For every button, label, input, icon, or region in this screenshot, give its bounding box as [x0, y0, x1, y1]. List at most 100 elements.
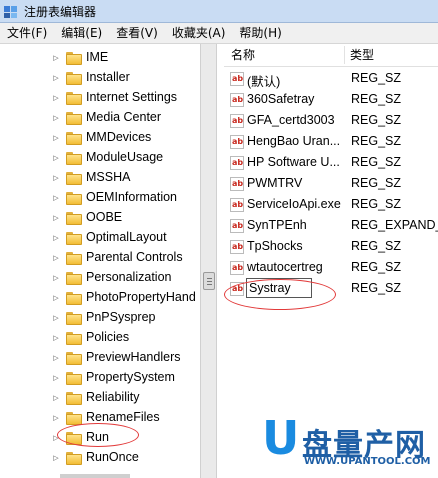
tree-item-internet-settings[interactable]: ▷ Internet Settings	[0, 88, 200, 108]
folder-icon	[66, 391, 82, 405]
tree-item-personalization[interactable]: ▷ Personalization	[0, 268, 200, 288]
expand-arrow-icon[interactable]: ▷	[52, 348, 60, 368]
tree-scrollbar-thumb[interactable]	[203, 272, 215, 290]
expand-arrow-icon[interactable]: ▷	[52, 388, 60, 408]
tree-item-renamefiles[interactable]: ▷ RenameFiles	[0, 408, 200, 428]
expand-arrow-icon[interactable]: ▷	[52, 368, 60, 388]
column-header-type[interactable]: 类型	[350, 44, 374, 66]
tree-item-propertysystem[interactable]: ▷ PropertySystem	[0, 368, 200, 388]
tree-item-label: IME	[86, 50, 109, 64]
tree-item-installer[interactable]: ▷ Installer	[0, 68, 200, 88]
expand-arrow-icon[interactable]: ▷	[52, 168, 60, 188]
tree-item-label: PropertySystem	[86, 370, 175, 384]
tree-scrollbar[interactable]	[200, 44, 217, 478]
value-type: REG_SZ	[351, 176, 402, 190]
tree-item-policies[interactable]: ▷ Policies	[0, 328, 200, 348]
value-type: REG_SZ	[351, 155, 402, 169]
column-separator[interactable]	[344, 46, 345, 64]
tree-item-oeminformation[interactable]: ▷ OEMInformation	[0, 188, 200, 208]
value-type: REG_SZ	[351, 134, 402, 148]
folder-icon	[66, 111, 82, 125]
value-row[interactable]: ab GFA_certd3003 REG_SZ	[224, 111, 438, 132]
value-row[interactable]: ab HP Software U... REG_SZ	[224, 153, 438, 174]
tree-item-mmdevices[interactable]: ▷ MMDevices	[0, 128, 200, 148]
folder-icon	[66, 371, 82, 385]
tree-item-oobe[interactable]: ▷ OOBE	[0, 208, 200, 228]
value-row[interactable]: ab wtautocertreg REG_SZ	[224, 258, 438, 279]
tree-item-label: OOBE	[86, 210, 123, 224]
expand-arrow-icon[interactable]: ▷	[52, 108, 60, 128]
tree-item-label: OptimalLayout	[86, 230, 167, 244]
column-header-name[interactable]: 名称	[231, 44, 255, 66]
tree-item-label: Run	[86, 430, 109, 444]
expand-arrow-icon[interactable]: ▷	[52, 248, 60, 268]
menu-help[interactable]: 帮助(H)	[232, 23, 288, 43]
horizontal-scrollbar-thumb[interactable]	[60, 474, 130, 478]
expand-arrow-icon[interactable]: ▷	[52, 148, 60, 168]
expand-arrow-icon[interactable]: ▷	[52, 408, 60, 428]
tree-item-photopropertyhand[interactable]: ▷ PhotoPropertyHand	[0, 288, 200, 308]
value-name: SynTPEnh	[247, 218, 307, 232]
regedit-app-icon	[4, 4, 18, 18]
value-row[interactable]: ab (默认) REG_SZ	[224, 69, 438, 90]
folder-icon	[66, 411, 82, 425]
tree-item-optimallayout[interactable]: ▷ OptimalLayout	[0, 228, 200, 248]
expand-arrow-icon[interactable]: ▷	[52, 448, 60, 468]
expand-arrow-icon[interactable]: ▷	[52, 68, 60, 88]
expand-arrow-icon[interactable]: ▷	[52, 128, 60, 148]
expand-arrow-icon[interactable]: ▷	[52, 228, 60, 248]
tree-item-media-center[interactable]: ▷ Media Center	[0, 108, 200, 128]
string-value-icon: ab	[230, 135, 244, 149]
menu-favorites[interactable]: 收藏夹(A)	[165, 23, 233, 43]
folder-icon	[66, 211, 82, 225]
menu-file[interactable]: 文件(F)	[0, 23, 54, 43]
watermark-logo-letter: U	[262, 411, 300, 465]
value-name: wtautocertreg	[247, 260, 323, 274]
string-value-icon: ab	[230, 177, 244, 191]
value-row[interactable]: ab ServiceIoApi.exe REG_SZ	[224, 195, 438, 216]
expand-arrow-icon[interactable]: ▷	[52, 268, 60, 288]
tree-item-pnpsysprep[interactable]: ▷ PnPSysprep	[0, 308, 200, 328]
expand-arrow-icon[interactable]: ▷	[52, 328, 60, 348]
value-row[interactable]: ab HengBao Uran... REG_SZ	[224, 132, 438, 153]
value-name-rename-input[interactable]: Systray	[246, 278, 312, 298]
tree-item-ime[interactable]: ▷ IME	[0, 48, 200, 68]
folder-icon	[66, 231, 82, 245]
expand-arrow-icon[interactable]: ▷	[52, 88, 60, 108]
expand-arrow-icon[interactable]: ▷	[52, 308, 60, 328]
expand-arrow-icon[interactable]: ▷	[52, 208, 60, 228]
value-name: ServiceIoApi.exe	[247, 197, 341, 211]
value-row[interactable]: ab 360Safetray REG_SZ	[224, 90, 438, 111]
value-row[interactable]: ab TpShocks REG_SZ	[224, 237, 438, 258]
menu-edit[interactable]: 编辑(E)	[54, 23, 109, 43]
tree-item-parental-controls[interactable]: ▷ Parental Controls	[0, 248, 200, 268]
expand-arrow-icon[interactable]: ▷	[52, 188, 60, 208]
tree-item-mssha[interactable]: ▷ MSSHA	[0, 168, 200, 188]
value-type: REG_SZ	[351, 92, 402, 106]
tree-item-run[interactable]: ▷ Run	[0, 428, 200, 448]
value-row[interactable]: ab Systray REG_SZ	[224, 278, 438, 300]
value-type: REG_EXPAND_S	[351, 218, 438, 232]
tree-item-reliability[interactable]: ▷ Reliability	[0, 388, 200, 408]
tree-item-previewhandlers[interactable]: ▷ PreviewHandlers	[0, 348, 200, 368]
value-row[interactable]: ab PWMTRV REG_SZ	[224, 174, 438, 195]
tree-item-moduleusage[interactable]: ▷ ModuleUsage	[0, 148, 200, 168]
folder-icon	[66, 191, 82, 205]
folder-icon	[66, 71, 82, 85]
tree-item-runonce[interactable]: ▷ RunOnce	[0, 448, 200, 468]
folder-icon	[66, 351, 82, 365]
string-value-icon: ab	[230, 282, 244, 296]
expand-arrow-icon[interactable]: ▷	[52, 288, 60, 308]
expand-arrow-icon[interactable]: ▷	[52, 48, 60, 68]
value-type: REG_SZ	[351, 71, 402, 85]
value-name: 360Safetray	[247, 92, 315, 106]
registry-key-tree: ▷ IME ▷ Installer ▷ Internet Settings ▷ Media C…	[0, 44, 200, 478]
string-value-icon: ab	[230, 156, 244, 170]
expand-arrow-icon[interactable]: ▷	[52, 428, 60, 448]
menu-view[interactable]: 查看(V)	[109, 23, 165, 43]
title-bar: 注册表编辑器	[0, 0, 438, 23]
value-name: HP Software U...	[247, 155, 340, 169]
folder-icon	[66, 331, 82, 345]
value-type: REG_SZ	[351, 197, 402, 211]
value-row[interactable]: abSynTPEnh REG_EXPAND_S	[224, 216, 438, 237]
